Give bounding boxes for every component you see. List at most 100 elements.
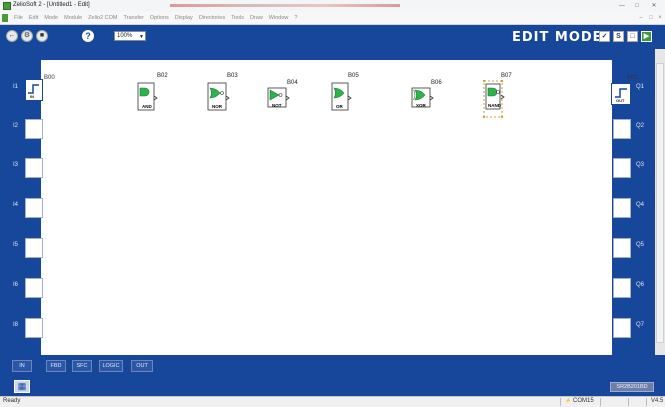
block-id-xor: B06 — [431, 80, 442, 86]
vertical-scrollbar[interactable] — [655, 49, 665, 355]
menu-module[interactable]: Module — [64, 15, 82, 21]
menu-tools[interactable]: Tools — [231, 15, 244, 21]
output-slot-q4[interactable] — [613, 198, 631, 218]
menu-options[interactable]: Options — [150, 15, 169, 21]
nand-gate-icon — [483, 80, 505, 118]
output-label-q1: Q1 — [636, 84, 645, 90]
function-block-and[interactable]: AND — [136, 82, 158, 111]
tab-fbd[interactable]: FBD — [46, 360, 66, 372]
input-label-i3: I3 — [13, 162, 19, 168]
module-icon[interactable]: ▦ — [14, 380, 30, 393]
menu-edit[interactable]: Edit — [29, 15, 38, 21]
main-toolbar: ← ⚙ ■ ? 100% ▼ EDIT MODE ✓ S □ ▶ — [0, 25, 665, 49]
input-label-i5: I5 — [13, 242, 19, 248]
run-icon[interactable]: ▶ — [641, 31, 652, 42]
output-slot-q6[interactable] — [613, 278, 631, 298]
menu-bar: File Edit Mode Module Zelio2 COM Transfe… — [0, 12, 665, 25]
function-block-xor[interactable]: XOR — [410, 87, 434, 108]
block-id-or: B05 — [348, 73, 359, 79]
menu-directories[interactable]: Directories — [199, 15, 225, 21]
output-slot-q5[interactable] — [613, 238, 631, 258]
output-slot-q2[interactable] — [613, 119, 631, 139]
input-slot-i3[interactable] — [25, 158, 43, 178]
tab-out[interactable]: OUT — [131, 360, 153, 372]
menu-display[interactable]: Display — [175, 15, 193, 21]
block-tag-not: NOT — [272, 103, 282, 108]
close-button[interactable]: ✕ — [648, 2, 660, 10]
app-icon — [3, 2, 11, 10]
output-label-q4: Q4 — [636, 202, 645, 208]
output-label-q6: Q6 — [636, 282, 645, 288]
bottom-bar: ▦ SR2B201BD — [0, 377, 665, 396]
mdi-close-button[interactable]: × — [656, 14, 664, 22]
function-block-nor[interactable]: NOR — [206, 82, 230, 111]
output-label-q5: Q5 — [636, 242, 645, 248]
output-slot-q3[interactable] — [613, 158, 631, 178]
input-slot-i5[interactable] — [25, 238, 43, 258]
function-block-not[interactable]: NOT — [266, 87, 290, 108]
status-bar: Ready ⚡ COM15 V4.5 — [0, 396, 665, 407]
input-slot-i6[interactable] — [25, 278, 43, 298]
scrollbar-thumb[interactable] — [656, 63, 664, 343]
tab-logic[interactable]: LOGIC — [99, 360, 123, 372]
menu-file[interactable]: File — [14, 15, 23, 21]
window-title: ZelioSoft 2 - [Untitled1 - Edit] — [13, 2, 90, 8]
lock-icon[interactable]: ■ — [36, 30, 48, 42]
input-label-i2: I2 — [13, 123, 19, 129]
function-block-or[interactable]: OR — [330, 82, 352, 111]
tab-in[interactable]: IN — [12, 360, 32, 372]
simulation-icon[interactable]: S — [613, 31, 624, 42]
mdi-app-icon — [2, 14, 8, 22]
maximize-button[interactable]: □ — [631, 2, 643, 10]
block-tag-xor: XOR — [416, 103, 426, 108]
help-icon[interactable]: ? — [82, 30, 94, 42]
ladder-view-icon[interactable]: ✓ — [599, 31, 610, 42]
status-text: Ready — [3, 398, 21, 404]
block-tag-nor: NOR — [212, 104, 222, 109]
minimize-button[interactable]: — — [616, 2, 628, 10]
monitoring-icon[interactable]: □ — [627, 31, 638, 42]
output-block-tag: OUT — [616, 98, 625, 103]
input-block-in[interactable]: IN — [25, 79, 43, 101]
mdi-restore-button[interactable]: □ — [647, 14, 655, 22]
menu-help[interactable]: ? — [294, 15, 297, 21]
block-tag-or: OR — [336, 104, 343, 109]
mdi-minimize-button[interactable]: – — [637, 14, 645, 22]
status-separator — [628, 398, 629, 406]
menu-draw[interactable]: Draw — [250, 15, 263, 21]
output-label-q7: Q7 — [636, 322, 645, 328]
zoom-value: 100% — [117, 33, 133, 39]
function-tabs-bar: IN FBD SFC LOGIC OUT — [0, 355, 665, 377]
diagram-canvas[interactable] — [41, 60, 612, 355]
block-id-nor: B03 — [227, 73, 238, 79]
canvas-top-strip — [41, 49, 612, 60]
input-label-i8: I8 — [13, 322, 19, 328]
version: V4.5 — [651, 398, 664, 404]
output-label-q2: Q2 — [636, 123, 645, 129]
input-slot-i2[interactable] — [25, 119, 43, 139]
menu-transfer[interactable]: Transfer — [124, 15, 144, 21]
plug-icon: ⚡ — [565, 398, 572, 404]
menu-mode[interactable]: Mode — [44, 15, 58, 21]
function-block-nand[interactable]: NAND — [481, 79, 505, 118]
status-separator — [646, 398, 647, 406]
zoom-select[interactable]: 100% ▼ — [114, 31, 146, 41]
menu-zelio2-com[interactable]: Zelio2 COM — [88, 15, 117, 21]
title-blurred-region — [170, 4, 400, 7]
title-bar: ZelioSoft 2 - [Untitled1 - Edit] — □ ✕ — [0, 0, 665, 12]
digital-input-icon — [28, 84, 39, 94]
tab-sfc[interactable]: SFC — [72, 360, 92, 372]
menu-window[interactable]: Window — [269, 15, 289, 21]
com-port: COM15 — [573, 398, 594, 404]
input-slot-i4[interactable] — [25, 198, 43, 218]
block-tag-nand: NAND — [488, 103, 501, 108]
input-slot-i8[interactable] — [25, 318, 43, 338]
output-slot-q7[interactable] — [613, 318, 631, 338]
block-id-and: B02 — [157, 73, 168, 79]
back-icon[interactable]: ← — [6, 30, 18, 42]
input-label-i6: I6 — [13, 282, 19, 288]
block-id-not: B04 — [287, 80, 298, 86]
input-block-tag: IN — [30, 94, 34, 99]
settings-icon[interactable]: ⚙ — [21, 30, 33, 42]
output-block-out[interactable]: OUT — [611, 83, 631, 105]
